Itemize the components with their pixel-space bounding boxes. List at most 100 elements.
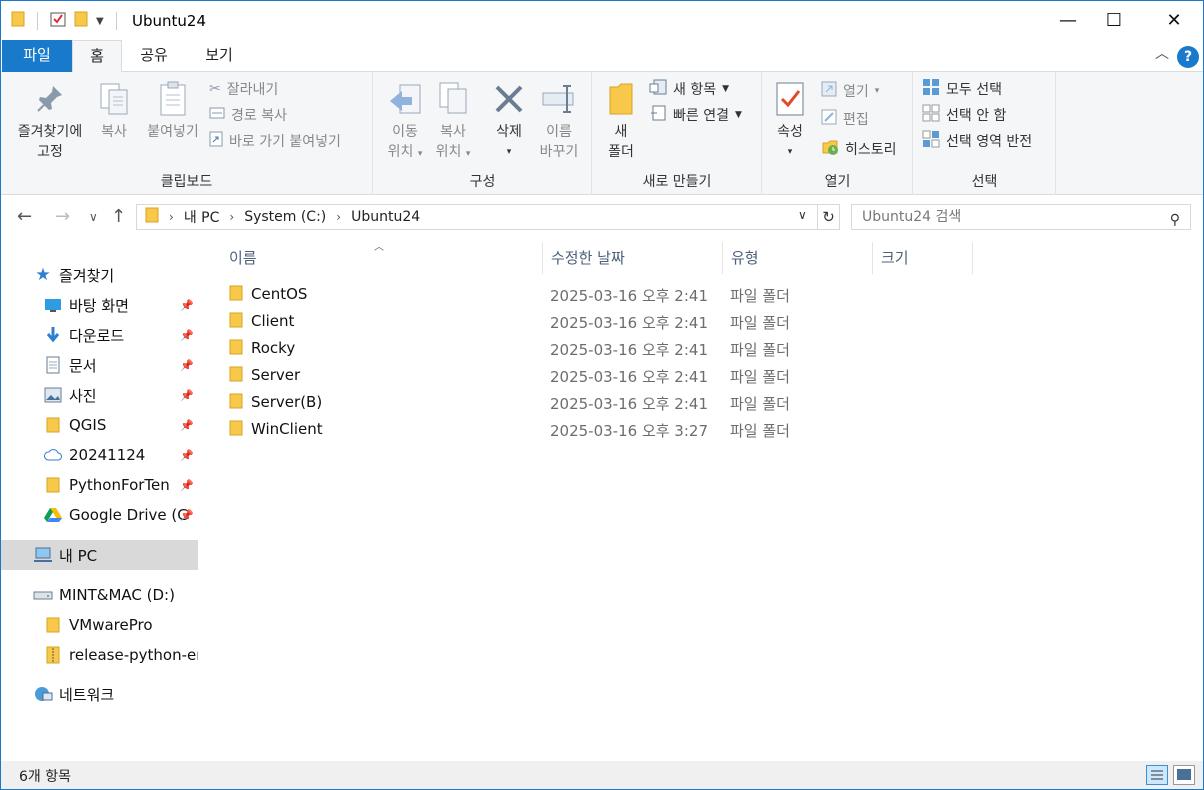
file-row-server-b[interactable]: Server(B) 2025-03-16 오후 2:41 파일 폴더 (221, 389, 981, 416)
large-icons-view-icon[interactable] (1173, 765, 1195, 785)
file-row-centos[interactable]: CentOS 2025-03-16 오후 2:41 파일 폴더 (221, 281, 981, 308)
file-row-server[interactable]: Server 2025-03-16 오후 2:41 파일 폴더 (221, 362, 981, 389)
column-header-type[interactable]: 유형 (723, 242, 873, 274)
invert-selection-icon (922, 130, 940, 152)
properties-button[interactable]: 속성 ▾ (769, 78, 811, 162)
refresh-icon[interactable]: ↻ (818, 204, 840, 230)
new-item-label: 새 항목 (673, 82, 717, 98)
rename-button[interactable]: 이름 바꾸기 (534, 78, 584, 162)
ribbon: 즐겨찾기에 고정 복사 붙여넣기 ✂ 잘라내기 경로 복사 바로 가기 붙여넣기… (1, 72, 1203, 195)
cut-button[interactable]: ✂ 잘라내기 (209, 78, 278, 100)
select-none-button[interactable]: 선택 안 함 (922, 104, 1006, 126)
nav-quick-access[interactable]: ★ 즐겨찾기 (33, 260, 198, 290)
nav-item-pictures[interactable]: 사진 📌 (1, 380, 198, 410)
collapse-ribbon-icon[interactable]: ︿ (1155, 43, 1169, 63)
chevron-down-icon: ▼ (734, 110, 742, 120)
nav-item-desktop[interactable]: 바탕 화면 📌 (1, 290, 198, 320)
copy-button[interactable]: 복사 (93, 78, 135, 142)
nav-item-pythonforten[interactable]: PythonForTen 📌 (1, 470, 198, 500)
select-all-button[interactable]: 모두 선택 (922, 78, 1002, 100)
open-button[interactable]: 열기 ▾ (821, 80, 879, 102)
delete-label: 삭제 (496, 124, 522, 140)
move-to-button[interactable]: 이동 위치 ▾ (380, 78, 430, 164)
properties-icon[interactable] (50, 11, 66, 31)
tab-file[interactable]: 파일 (2, 40, 72, 72)
paste-shortcut-button[interactable]: 바로 가기 붙여넣기 (209, 130, 341, 152)
copy-path-label: 경로 복사 (231, 108, 287, 124)
nav-this-pc[interactable]: 내 PC (1, 540, 198, 570)
copy-path-icon (209, 106, 225, 124)
new-folder-icon[interactable] (74, 11, 88, 31)
nav-item-documents[interactable]: 문서 📌 (1, 350, 198, 380)
address-bar[interactable]: › 내 PC › System (C:) › Ubuntu24 (136, 204, 818, 230)
chevron-down-icon: ▼ (722, 84, 730, 94)
file-date: 2025-03-16 오후 2:41 (550, 314, 708, 332)
pin-icon[interactable]: 📌 (180, 299, 194, 312)
divider (115, 12, 117, 30)
file-name: Server(B) (251, 393, 323, 411)
minimize-button[interactable]: — (1045, 1, 1091, 40)
new-folder-button[interactable]: 새 폴더 (599, 78, 643, 162)
nav-item-downloads[interactable]: 다운로드 📌 (1, 320, 198, 350)
edit-button[interactable]: 편집 (821, 108, 869, 130)
nav-drive-d[interactable]: MINT&MAC (D:) (1, 580, 198, 610)
paste-shortcut-label: 바로 가기 붙여넣기 (229, 134, 341, 150)
file-row-client[interactable]: Client 2025-03-16 오후 2:41 파일 폴더 (221, 308, 981, 335)
tab-home[interactable]: 홈 (72, 40, 122, 73)
copy-to-button[interactable]: 복사 위치 ▾ (428, 78, 478, 164)
column-header-size[interactable]: 크기 (873, 242, 973, 274)
copy-label: 복사 (101, 124, 127, 140)
easy-access-button[interactable]: 빠른 연결 ▼ (649, 104, 742, 126)
nav-item-20241124[interactable]: 20241124 📌 (1, 440, 198, 470)
pictures-icon (43, 385, 63, 405)
search-icon[interactable]: ⚲ (1170, 208, 1180, 232)
file-row-winclient[interactable]: WinClient 2025-03-16 오후 3:27 파일 폴더 (221, 416, 981, 443)
file-name: Client (251, 312, 295, 330)
help-icon[interactable]: ? (1177, 46, 1199, 68)
address-dropdown-chevron-icon[interactable]: ∨ (798, 208, 807, 222)
search-box[interactable]: Ubuntu24 검색 ⚲ (851, 204, 1191, 230)
customize-qat-icon[interactable]: ▼ (96, 16, 104, 27)
tab-share[interactable]: 공유 (128, 40, 180, 72)
history-button[interactable]: 히스토리 (821, 138, 897, 160)
history-icon (821, 138, 839, 160)
nav-item-release-python[interactable]: release-python-eml (1, 640, 198, 670)
recent-locations-chevron-icon[interactable]: ∨ (89, 210, 98, 224)
pin-icon[interactable]: 📌 (180, 389, 194, 402)
pin-icon[interactable]: 📌 (180, 449, 194, 462)
group-label-new: 새로 만들기 (642, 174, 712, 190)
pin-icon[interactable]: 📌 (180, 359, 194, 372)
chevron-right-icon[interactable]: › (229, 210, 234, 224)
forward-arrow-icon[interactable]: → (55, 206, 70, 227)
column-header-date[interactable]: 수정한 날짜 (543, 242, 723, 274)
nav-item-qgis[interactable]: QGIS 📌 (1, 410, 198, 440)
tab-view[interactable]: 보기 (193, 40, 245, 72)
column-header-name[interactable]: 이름 (221, 242, 543, 274)
invert-selection-button[interactable]: 선택 영역 반전 (922, 130, 1032, 152)
breadcrumb-this-pc[interactable]: 내 PC (184, 207, 220, 227)
copy-path-button[interactable]: 경로 복사 (209, 104, 287, 126)
nav-item-vmwarepro[interactable]: VMwarePro (1, 610, 198, 640)
move-to-icon (380, 78, 430, 120)
nav-item-google-drive[interactable]: Google Drive (G 📌 (1, 500, 198, 530)
chevron-right-icon[interactable]: › (336, 210, 341, 224)
delete-button[interactable]: 삭제 ▾ (486, 78, 532, 162)
file-row-rocky[interactable]: Rocky 2025-03-16 오후 2:41 파일 폴더 (221, 335, 981, 362)
pin-icon[interactable]: 📌 (180, 419, 194, 432)
pin-icon[interactable]: 📌 (180, 509, 194, 522)
paste-button[interactable]: 붙여넣기 (139, 78, 207, 142)
chevron-right-icon[interactable]: › (169, 210, 174, 224)
breadcrumb-ubuntu24[interactable]: Ubuntu24 (351, 209, 420, 225)
maximize-button[interactable]: ☐ (1091, 1, 1137, 40)
breadcrumb-system-c[interactable]: System (C:) (244, 209, 326, 225)
back-arrow-icon[interactable]: ← (17, 206, 32, 227)
close-button[interactable]: ✕ (1151, 1, 1197, 40)
details-view-icon[interactable] (1146, 765, 1168, 785)
new-item-button[interactable]: 새 항목 ▼ (649, 78, 729, 100)
pin-icon[interactable]: 📌 (180, 329, 194, 342)
pin-icon[interactable]: 📌 (180, 479, 194, 492)
nav-network[interactable]: 네트워크 (1, 679, 198, 709)
up-arrow-icon[interactable]: ↑ (111, 206, 126, 227)
item-count: 6개 항목 (19, 769, 71, 785)
pin-to-quick-access-button[interactable]: 즐겨찾기에 고정 (9, 78, 91, 162)
